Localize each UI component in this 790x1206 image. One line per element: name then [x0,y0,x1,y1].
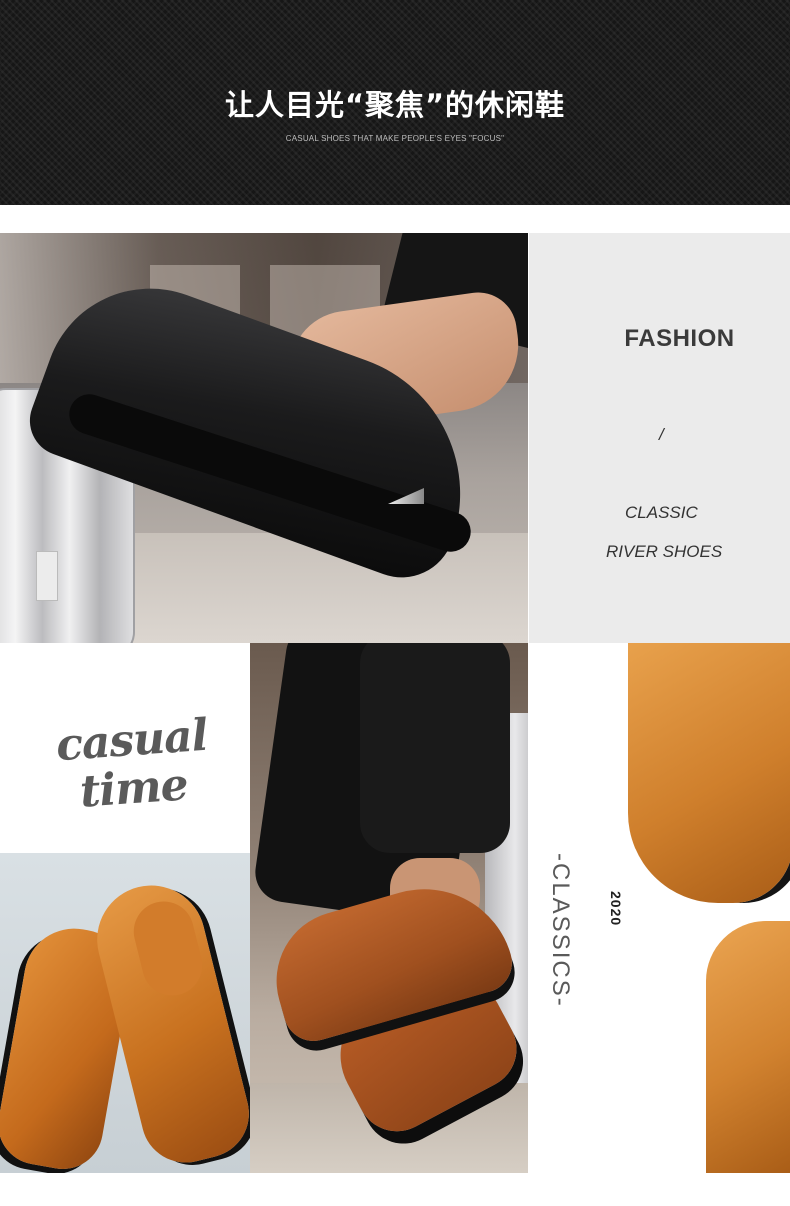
fashion-text-panel: FASHION / CLASSIC RIVER SHOES [529,233,790,643]
classics-panel: -CLASSICS- 2020 [528,643,790,1173]
loafer-closeup-bottom [706,921,790,1173]
casual-time-panel: casual time [0,643,250,853]
classics-label: -CLASSICS- [547,853,574,1008]
brown-loafer-street-photo [250,643,528,1173]
black-trousers [360,643,510,853]
separator: / [659,425,664,444]
black-loafer-photo [0,233,528,643]
banner-subtitle: CASUAL SHOES THAT MAKE PEOPLE'S EYES "FO… [285,134,505,143]
year-label: 2020 [608,891,624,927]
brown-shoes-pair-photo [0,853,250,1173]
river-shoes-label: RIVER SHOES [606,542,723,561]
loafer-closeup-top [628,643,790,903]
fashion-heading: FASHION [624,325,735,352]
classic-label: CLASSIC [625,503,698,522]
header-banner: 让人目光“聚焦”的休闲鞋 CASUAL SHOES THAT MAKE PEOP… [0,0,790,205]
banner-title: 让人目光“聚焦”的休闲鞋 [224,88,566,122]
script-time: time [78,759,190,818]
suitcase-label [36,551,58,601]
